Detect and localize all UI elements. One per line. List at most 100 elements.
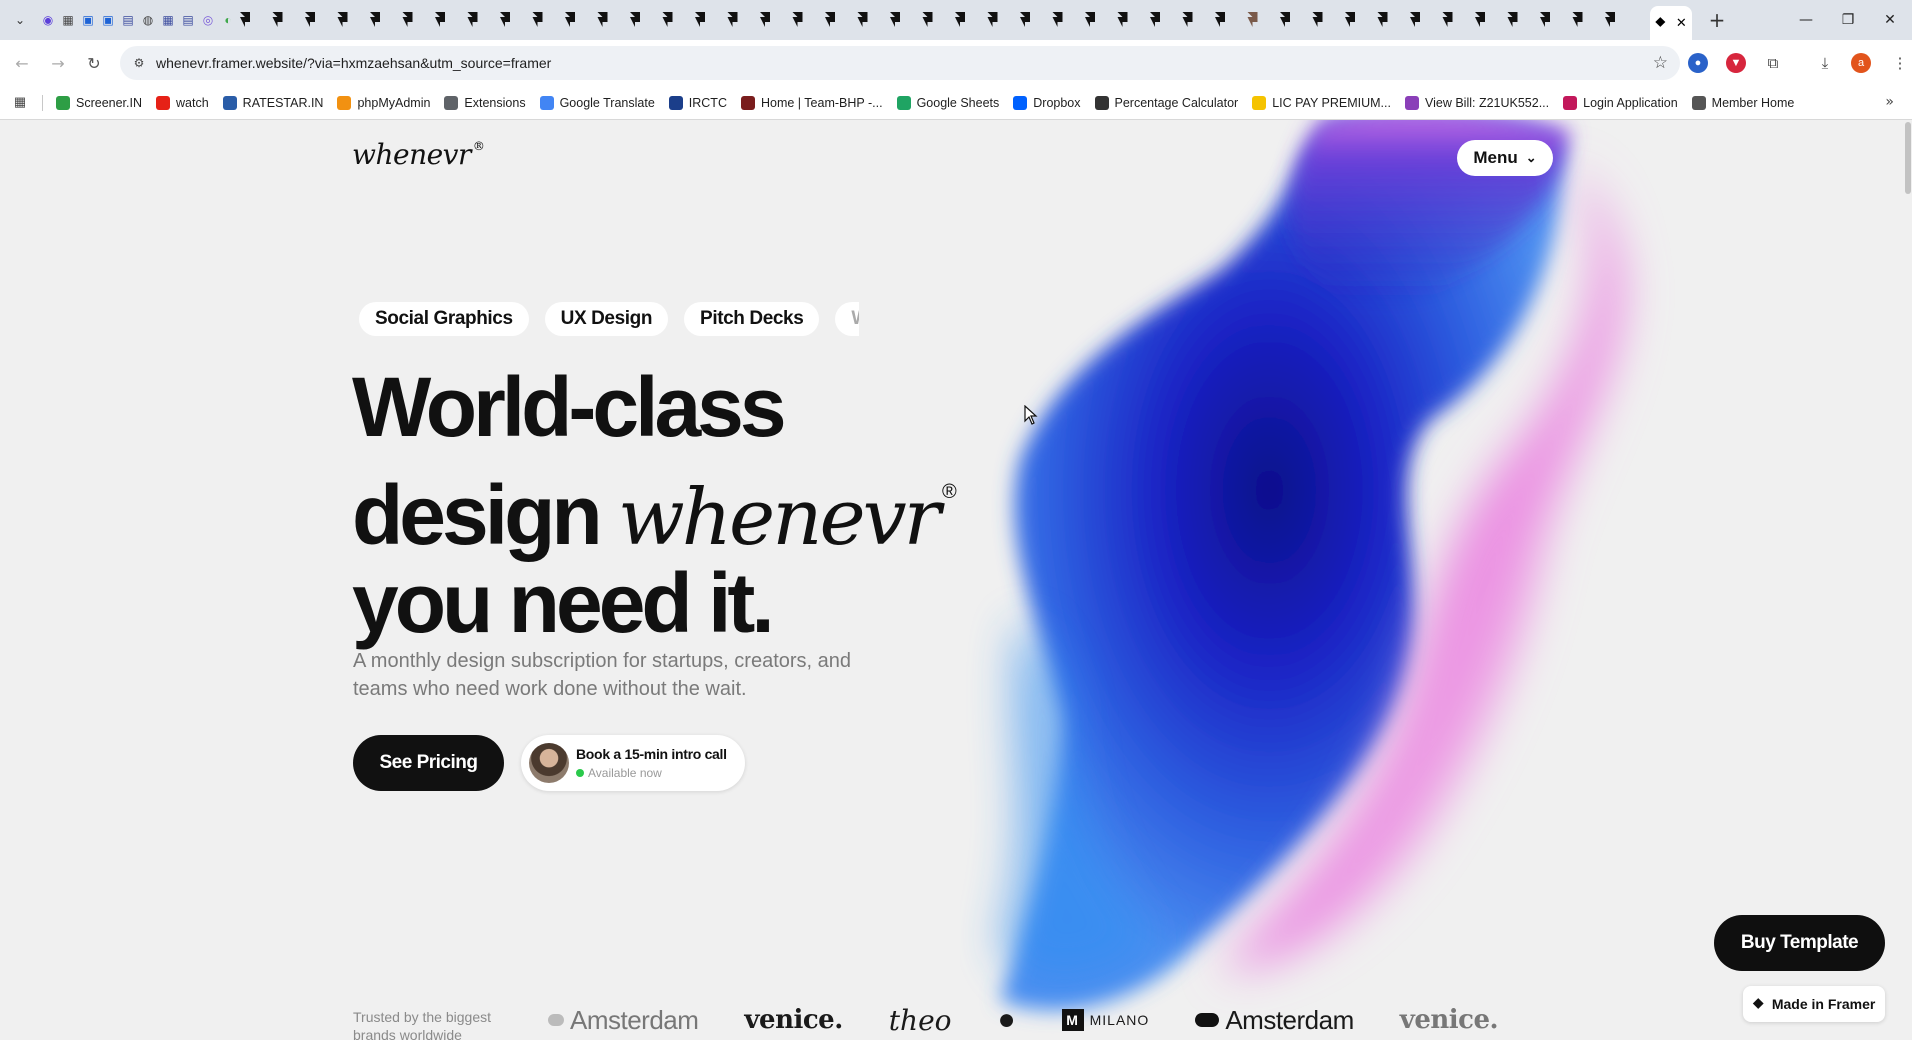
see-pricing-button[interactable]: See Pricing — [353, 735, 504, 791]
bookmark-item[interactable]: watch — [156, 96, 209, 110]
bookmark-item[interactable]: Extensions — [444, 96, 526, 110]
site-logo[interactable]: whenevr ® — [352, 138, 485, 171]
bookmark-item[interactable]: Member Home — [1691, 96, 1794, 110]
bookmark-item[interactable]: Google Sheets — [896, 96, 1000, 110]
restore-button[interactable]: ❐ — [1828, 6, 1868, 34]
menu-button[interactable]: Menu ⌄ — [1457, 140, 1553, 176]
framer-tab-icon[interactable] — [727, 12, 738, 27]
new-tab-button[interactable]: + — [1705, 8, 1729, 32]
framer-tab-icon[interactable] — [890, 12, 900, 27]
tab-favicon-icon[interactable]: ◐ — [218, 10, 238, 30]
active-tab[interactable]: ⯁ ✕ — [1650, 6, 1692, 40]
framer-tab-icon[interactable] — [1247, 12, 1258, 27]
framer-tab-icon[interactable] — [760, 12, 770, 27]
framer-tab-icon[interactable] — [695, 12, 705, 27]
framer-tab-icon[interactable] — [1280, 12, 1290, 27]
reload-button[interactable]: ↻ — [82, 51, 106, 75]
tab-favicon-icon[interactable]: ◉ — [38, 10, 58, 30]
minimize-button[interactable]: — — [1786, 6, 1826, 34]
bookmark-label: Google Sheets — [916, 96, 1000, 110]
framer-tab-icon[interactable] — [402, 12, 413, 27]
framer-tab-icon[interactable] — [1410, 12, 1420, 27]
tab-favicon-icon[interactable]: ▦ — [158, 10, 178, 30]
close-window-button[interactable]: ✕ — [1870, 6, 1910, 34]
framer-tab-icon[interactable] — [305, 12, 315, 27]
framer-tab-icon[interactable] — [857, 12, 868, 27]
bookmark-item[interactable]: RATESTAR.IN — [222, 96, 323, 110]
bookmark-item[interactable]: phpMyAdmin — [337, 96, 430, 110]
tab-search-icon[interactable]: ⌄ — [10, 10, 30, 30]
framer-tab-icon[interactable] — [1150, 12, 1160, 27]
framer-tab-icon[interactable] — [1312, 12, 1323, 27]
bookmark-item[interactable]: Login Application — [1563, 96, 1678, 110]
tab-favicon-icon[interactable]: ▣ — [98, 10, 118, 30]
download-icon[interactable]: ⤓ — [1815, 53, 1835, 73]
extension-shield-icon[interactable]: ▼ — [1726, 53, 1746, 73]
framer-tab-icon[interactable] — [1345, 12, 1355, 27]
framer-tab-icon[interactable] — [337, 12, 348, 27]
tab-favicon-icon[interactable]: ◍ — [138, 10, 158, 30]
framer-tab-icon[interactable] — [467, 12, 478, 27]
framer-tab-icon[interactable] — [630, 12, 640, 27]
framer-tab-icon[interactable] — [1475, 12, 1485, 27]
site-info-icon[interactable]: ⚙ — [130, 54, 148, 72]
back-button[interactable]: ← — [10, 51, 34, 75]
framer-tab-icon[interactable] — [435, 12, 445, 27]
profile-avatar[interactable]: a — [1851, 53, 1871, 73]
framer-tab-icon[interactable] — [1540, 12, 1550, 27]
framer-tab-icon[interactable] — [1572, 12, 1583, 27]
book-call-button[interactable]: Book a 15-min intro call Available now — [521, 735, 745, 791]
framer-tab-icon[interactable] — [955, 12, 965, 27]
framer-tab-icon[interactable] — [662, 12, 673, 27]
made-in-framer-button[interactable]: ⯁ Made in Framer — [1743, 986, 1885, 1022]
framer-tab-icon[interactable] — [370, 12, 380, 27]
framer-tab-icon[interactable] — [987, 12, 998, 27]
framer-tab-icon[interactable] — [792, 12, 803, 27]
framer-tab-icon[interactable] — [1020, 12, 1030, 27]
brand-logo-amsterdam: Amsterdam — [548, 1005, 699, 1036]
framer-tab-icon[interactable] — [1182, 12, 1193, 27]
framer-tab-icon[interactable] — [1605, 12, 1615, 27]
tab-favicon-icon[interactable]: ▣ — [78, 10, 98, 30]
more-menu-icon[interactable]: ⋮ — [1890, 53, 1910, 73]
framer-tab-icon[interactable] — [532, 12, 543, 27]
framer-tab-icon[interactable] — [1507, 12, 1518, 27]
close-icon[interactable]: ✕ — [1676, 15, 1687, 31]
framer-tab-icon[interactable] — [597, 12, 608, 27]
bookmarks-overflow-icon[interactable]: » — [1885, 94, 1894, 110]
bookmark-item[interactable]: Home | Team-BHP -... — [740, 96, 883, 110]
extension-icon[interactable]: ● — [1688, 53, 1708, 73]
bookmark-item[interactable]: View Bill: Z21UK552... — [1404, 96, 1549, 110]
framer-tab-icon[interactable] — [1377, 12, 1388, 27]
buy-template-button[interactable]: Buy Template — [1714, 915, 1885, 971]
framer-tab-icon[interactable] — [1442, 12, 1453, 27]
tab-favicon-icon[interactable]: ▤ — [178, 10, 198, 30]
bookmark-star-icon[interactable]: ☆ — [1653, 53, 1668, 73]
framer-tab-icon[interactable] — [1117, 12, 1128, 27]
bookmark-item[interactable]: Screener.IN — [56, 96, 142, 110]
framer-tab-icon[interactable] — [240, 12, 250, 27]
extensions-puzzle-icon[interactable]: ⧉ — [1763, 53, 1783, 73]
framer-tab-icon[interactable] — [825, 12, 835, 27]
url-text[interactable]: whenevr.framer.website/?via=hxmzaehsan&u… — [156, 55, 551, 71]
framer-tab-icon[interactable] — [565, 12, 575, 27]
tab-favicon-icon[interactable]: ▦ — [58, 10, 78, 30]
forward-button[interactable]: → — [46, 51, 70, 75]
bookmark-item[interactable]: Percentage Calculator — [1094, 96, 1238, 110]
tab-favicon-icon[interactable]: ▤ — [118, 10, 138, 30]
framer-tab-icon[interactable] — [922, 12, 933, 27]
framer-tab-icon[interactable] — [1052, 12, 1063, 27]
framer-tab-icon[interactable] — [1215, 12, 1225, 27]
framer-tab-icon[interactable] — [500, 12, 510, 27]
scrollbar-thumb[interactable] — [1905, 122, 1911, 194]
page-scrollbar[interactable] — [1902, 120, 1912, 1040]
bookmark-item[interactable]: Dropbox — [1013, 96, 1081, 110]
bookmark-item[interactable]: Google Translate — [539, 96, 655, 110]
framer-tab-icon[interactable] — [1085, 12, 1095, 27]
address-bar[interactable]: ⚙ whenevr.framer.website/?via=hxmzaehsan… — [120, 46, 1680, 80]
bookmark-item[interactable]: LIC PAY PREMIUM... — [1252, 96, 1391, 110]
bookmark-item[interactable]: IRCTC — [668, 96, 727, 110]
framer-tab-icon[interactable] — [272, 12, 283, 27]
apps-grid-icon[interactable]: ▦ — [12, 94, 28, 110]
tab-favicon-icon[interactable]: ◎ — [198, 10, 218, 30]
